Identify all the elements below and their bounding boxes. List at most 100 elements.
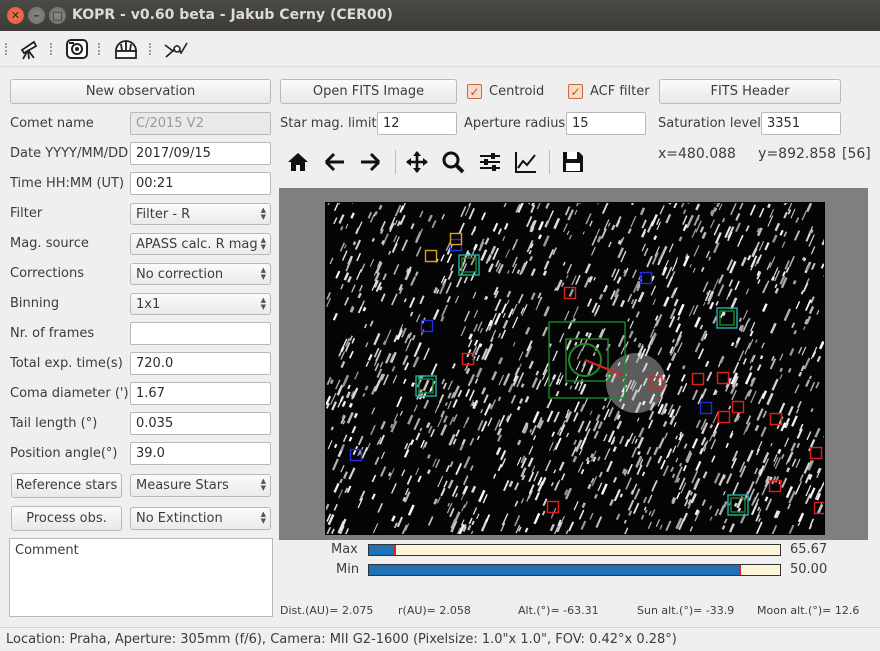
saturation-level-field[interactable]: 3351 — [761, 112, 841, 135]
moon-altitude-readout: Moon alt.(°)= 12.6 — [757, 604, 860, 617]
star-marker-red[interactable] — [691, 372, 705, 386]
observatory-icon[interactable] — [113, 36, 139, 62]
fits-header-button[interactable]: FITS Header — [659, 79, 841, 104]
min-value: 50.00 — [790, 562, 828, 577]
star-mag-limit-field[interactable]: 12 — [377, 112, 457, 135]
open-fits-button[interactable]: Open FITS Image — [280, 79, 457, 104]
home-icon[interactable] — [285, 149, 311, 175]
r-readout: r(AU)= 2.058 — [398, 604, 471, 617]
star-marker-red[interactable] — [546, 500, 560, 514]
configure-subplots-icon[interactable] — [477, 149, 503, 175]
mag-source-label: Mag. source — [10, 236, 89, 251]
toolbar-separator — [395, 150, 397, 174]
star-marker-red[interactable] — [731, 400, 745, 414]
spinner-arrows-icon: ▲ ▼ — [260, 296, 266, 311]
filter-select-value: Filter - R — [136, 206, 191, 222]
tail-length-label: Tail length (°) — [10, 416, 98, 431]
aperture-radius-field[interactable]: 15 — [566, 112, 646, 135]
fits-image-svg[interactable] — [326, 203, 825, 535]
extinction-value: No Extinction — [136, 511, 223, 526]
binning-select[interactable]: 1x1 ▲ ▼ — [130, 293, 271, 315]
max-slider-fill — [369, 545, 394, 555]
extinction-select[interactable]: No Extinction ▲ ▼ — [130, 507, 271, 530]
star-marker-red[interactable] — [717, 410, 731, 424]
bright-star-glow — [606, 353, 666, 413]
toolbar-separator — [50, 43, 56, 55]
status-text: Location: Praha, Aperture: 305mm (f/6), … — [6, 632, 677, 647]
corrections-select[interactable]: No correction ▲ ▼ — [130, 263, 271, 285]
min-slider-marker — [738, 565, 741, 575]
altitude-readout: Alt.(°)= -63.31 — [518, 604, 599, 617]
fits-image[interactable] — [325, 202, 825, 535]
position-angle-label: Position angle(°) — [10, 446, 118, 461]
close-window-button[interactable]: ✕ — [7, 7, 24, 24]
star-marker-red[interactable] — [563, 286, 577, 300]
time-field[interactable]: 00:21 — [130, 172, 271, 195]
date-label: Date YYYY/MM/DD — [10, 146, 129, 161]
binning-value: 1x1 — [136, 296, 161, 312]
status-bar: Location: Praha, Aperture: 305mm (f/6), … — [0, 627, 880, 651]
frames-field[interactable] — [130, 322, 271, 345]
comet-name-field[interactable]: C/2015 V2 — [130, 112, 271, 135]
centroid-label: Centroid — [489, 84, 545, 99]
new-observation-button[interactable]: New observation — [10, 79, 271, 104]
toolbar-separator — [5, 43, 11, 55]
spinner-arrows-icon: ▲ ▼ — [260, 477, 266, 492]
back-arrow-icon[interactable] — [322, 149, 348, 175]
tail-length-field[interactable]: 0.035 — [130, 412, 271, 435]
pan-icon[interactable] — [404, 149, 430, 175]
distance-readout: Dist.(AU)= 2.075 — [280, 604, 374, 617]
telescope-icon[interactable] — [16, 36, 42, 62]
reference-stars-button[interactable]: Reference stars — [11, 473, 122, 498]
spinner-arrows-icon: ▲ ▼ — [260, 236, 266, 251]
date-field[interactable]: 2017/09/15 — [130, 142, 271, 165]
toolbar-separator — [149, 43, 155, 55]
spinner-arrows-icon: ▲ ▼ — [260, 206, 266, 221]
star-marker-red[interactable] — [809, 446, 823, 460]
corrections-value: No correction — [136, 266, 224, 282]
coma-diameter-label: Coma diameter (') — [10, 386, 129, 401]
edit-curve-icon[interactable] — [513, 149, 539, 175]
spinner-arrows-icon: ▲ ▼ — [260, 266, 266, 281]
cursor-coords: x=480.088 y=892.858 — [658, 146, 837, 162]
filter-select[interactable]: Filter - R ▲ ▼ — [130, 203, 271, 225]
main-toolbar — [0, 31, 880, 67]
frames-label: Nr. of frames — [10, 326, 95, 341]
max-label: Max — [331, 542, 358, 557]
forward-arrow-icon[interactable] — [357, 149, 383, 175]
min-label: Min — [336, 562, 360, 577]
exp-time-label: Total exp. time(s) — [10, 356, 123, 371]
aperture-radius-label: Aperture radius — [464, 116, 566, 131]
acf-filter-checkbox[interactable]: ✓ — [568, 84, 583, 99]
mag-source-select[interactable]: APASS calc. R mag ▲ ▼ — [130, 233, 271, 255]
save-icon[interactable] — [560, 149, 586, 175]
position-angle-field[interactable]: 39.0 — [130, 442, 271, 465]
measure-stars-select[interactable]: Measure Stars ▲ ▼ — [130, 474, 271, 497]
time-label: Time HH:MM (UT) — [10, 176, 125, 191]
zoom-icon[interactable] — [440, 149, 466, 175]
comet-name-label: Comet name — [10, 116, 94, 131]
minimize-window-button[interactable]: – — [28, 7, 45, 24]
process-obs-button[interactable]: Process obs. — [11, 506, 122, 531]
exp-time-field[interactable]: 720.0 — [130, 352, 271, 375]
corrections-label: Corrections — [10, 266, 85, 281]
mag-source-value: APASS calc. R mag — [136, 236, 258, 252]
max-value: 65.67 — [790, 542, 828, 557]
camera-icon[interactable] — [64, 36, 90, 62]
star-marker-red[interactable] — [716, 371, 730, 385]
comet-icon[interactable] — [163, 36, 189, 62]
spinner-arrows-icon: ▲ ▼ — [260, 510, 266, 525]
comment-textarea[interactable]: Comment — [9, 538, 273, 617]
title-bar: ✕ – □ KOPR - v0.60 beta - Jakub Cerny (C… — [0, 0, 880, 31]
toolbar-separator — [549, 150, 551, 174]
centroid-checkbox[interactable]: ✓ — [467, 84, 482, 99]
star-marker-blue[interactable] — [639, 271, 653, 285]
min-slider-fill — [369, 565, 739, 575]
maximize-window-button[interactable]: □ — [49, 7, 66, 24]
coma-diameter-field[interactable]: 1.67 — [130, 382, 271, 405]
max-slider[interactable] — [368, 544, 781, 556]
star-marker-blue[interactable] — [699, 401, 713, 415]
min-slider[interactable] — [368, 564, 781, 576]
filter-label: Filter — [10, 206, 43, 221]
star-marker-orange[interactable] — [424, 249, 438, 263]
